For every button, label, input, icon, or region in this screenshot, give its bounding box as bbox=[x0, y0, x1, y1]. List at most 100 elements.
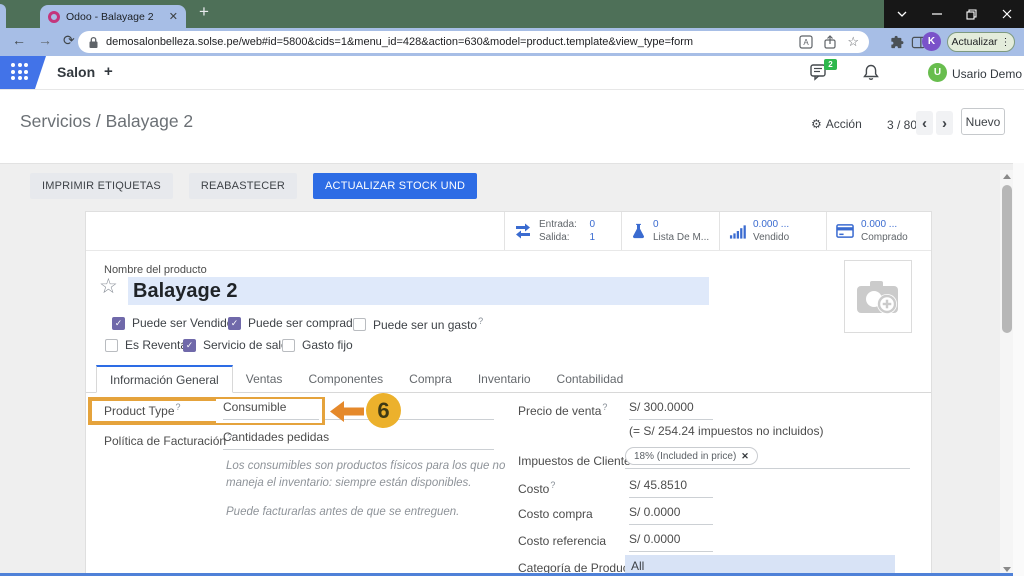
stat-bom-button[interactable]: 0 Lista De M... bbox=[621, 212, 719, 250]
stat-sold-button[interactable]: 0.000 ... Vendido bbox=[719, 212, 826, 250]
lock-icon[interactable] bbox=[88, 36, 99, 49]
tab-accounting[interactable]: Contabilidad bbox=[544, 365, 637, 393]
browser-profile-avatar[interactable]: K bbox=[922, 32, 941, 51]
can-be-purchased-checkbox[interactable]: ✓ bbox=[228, 317, 241, 330]
flask-icon bbox=[631, 222, 646, 240]
tab-purchase[interactable]: Compra bbox=[396, 365, 465, 393]
salon-service-label: Servicio de salon bbox=[203, 338, 294, 352]
print-labels-button[interactable]: IMPRIMIR ETIQUETAS bbox=[30, 173, 173, 199]
customer-tax-tag[interactable]: 18% (Included in price) ✕ bbox=[625, 447, 758, 465]
control-panel: Servicios / Balayage 2 ⚙ Acción 3 / 80 ‹… bbox=[0, 90, 1024, 163]
scrollbar-margin bbox=[1013, 163, 1024, 576]
pager-next-button[interactable]: › bbox=[936, 111, 953, 135]
product-name-input[interactable]: Balayage 2 bbox=[128, 277, 709, 305]
resale-label: Es Reventa bbox=[125, 338, 187, 352]
url-text[interactable]: demosalonbelleza.solse.pe/web#id=5800&ci… bbox=[106, 36, 789, 48]
window-controls bbox=[884, 0, 1024, 28]
stat-purchased-button[interactable]: 0.000 ... Comprado bbox=[826, 212, 931, 250]
customer-tax-label: Impuestos de Cliente? bbox=[518, 452, 637, 468]
pager-prev-button[interactable]: ‹ bbox=[916, 111, 933, 135]
tax-tag-remove-icon[interactable]: ✕ bbox=[741, 451, 749, 462]
back-icon[interactable]: ← bbox=[12, 32, 26, 48]
cost-label: Costo? bbox=[518, 480, 555, 496]
breadcrumb[interactable]: Servicios / Balayage 2 bbox=[20, 111, 193, 132]
checkbox-item-can-be-purchased: ✓ Puede ser comprado bbox=[228, 316, 359, 330]
tab-general-information[interactable]: Información General bbox=[96, 365, 233, 393]
product-image-placeholder[interactable] bbox=[844, 260, 912, 333]
pager: ‹ › bbox=[916, 111, 953, 135]
scrollbar-thumb[interactable] bbox=[1002, 185, 1012, 333]
browser-toolbar: ← → ⟳ demosalonbelleza.solse.pe/web#id=5… bbox=[0, 28, 1024, 56]
stat-in-out-button[interactable]: Entrada:0 Salida:1 bbox=[504, 212, 621, 250]
messages-button[interactable]: 2 bbox=[810, 63, 832, 83]
url-bar[interactable]: demosalonbelleza.solse.pe/web#id=5800&ci… bbox=[78, 31, 869, 53]
stat-out-label: Salida: bbox=[539, 231, 570, 244]
browser-tab-bar: Odoo - Balayage 2 ✕ + bbox=[0, 0, 1024, 28]
can-be-sold-label: Puede ser Vendido bbox=[132, 316, 233, 330]
pager-count: 3 / 80 bbox=[887, 118, 917, 132]
notifications-button[interactable] bbox=[862, 63, 880, 87]
share-icon[interactable] bbox=[823, 35, 837, 49]
replenish-button[interactable]: REABASTECER bbox=[189, 173, 297, 199]
credit-card-icon bbox=[836, 223, 854, 239]
bell-icon bbox=[862, 63, 880, 82]
restore-icon[interactable] bbox=[954, 0, 989, 28]
add-menu-button[interactable]: + bbox=[104, 63, 113, 80]
tab-components[interactable]: Componentes bbox=[295, 365, 396, 393]
reload-icon[interactable]: ⟳ bbox=[63, 32, 75, 49]
odoo-navbar: Salon + 2 U Usario Demo bbox=[0, 56, 1024, 90]
scroll-up-icon[interactable] bbox=[1003, 174, 1011, 179]
favorite-star-icon[interactable]: ☆ bbox=[99, 274, 118, 299]
tab-inventory[interactable]: Inventario bbox=[465, 365, 544, 393]
annotation-inner-box bbox=[216, 399, 322, 423]
product-name-value: Balayage 2 bbox=[133, 280, 238, 303]
apps-grid-icon[interactable] bbox=[11, 63, 28, 80]
invoice-policy-input[interactable]: Cantidades pedidas bbox=[223, 430, 494, 450]
stat-in-value: 0 bbox=[589, 218, 595, 231]
camera-plus-icon bbox=[855, 277, 901, 317]
cost-input[interactable]: S/ 45.8510 bbox=[629, 478, 713, 498]
kebab-menu-icon: ⋮ bbox=[1001, 37, 1011, 48]
odoo-favicon-icon bbox=[48, 11, 60, 23]
sale-price-input[interactable]: S/ 300.0000 bbox=[629, 400, 713, 420]
update-stock-button[interactable]: ACTUALIZAR STOCK UND bbox=[313, 173, 477, 199]
stat-sold-label: Vendido bbox=[753, 231, 789, 244]
scroll-down-icon[interactable] bbox=[1003, 567, 1011, 572]
can-be-sold-checkbox[interactable]: ✓ bbox=[112, 317, 125, 330]
close-window-icon[interactable] bbox=[989, 0, 1024, 28]
update-browser-button[interactable]: Actualizar ⋮ bbox=[947, 32, 1015, 52]
app-name[interactable]: Salon bbox=[57, 64, 95, 80]
tab-close-icon[interactable]: ✕ bbox=[169, 10, 178, 23]
message-count-badge: 2 bbox=[824, 59, 837, 70]
stat-purchased-value: 0.000 ... bbox=[861, 218, 908, 231]
stat-sold-value: 0.000 ... bbox=[753, 218, 789, 231]
window-menu-icon[interactable] bbox=[884, 0, 919, 28]
purchase-cost-input[interactable]: S/ 0.0000 bbox=[629, 505, 713, 525]
scrollbar[interactable] bbox=[1000, 170, 1013, 576]
fixed-expense-checkbox[interactable] bbox=[282, 339, 295, 352]
new-button[interactable]: Nuevo bbox=[961, 108, 1005, 135]
user-avatar[interactable]: U bbox=[928, 63, 947, 82]
tab-sales[interactable]: Ventas bbox=[233, 365, 296, 393]
salon-service-checkbox[interactable]: ✓ bbox=[183, 339, 196, 352]
can-be-purchased-label: Puede ser comprado bbox=[248, 316, 359, 330]
tax-tag-label: 18% (Included in price) bbox=[634, 451, 736, 462]
checkbox-item-fixed-expense: Gasto fijo bbox=[282, 338, 353, 352]
translate-icon[interactable]: A bbox=[799, 35, 813, 49]
user-name[interactable]: Usario Demo bbox=[952, 67, 1022, 81]
tax-excluded-note: (= S/ 254.24 impuestos no incluidos) bbox=[629, 424, 823, 438]
form-sheet: Entrada:0 Salida:1 0 Lista De M... 0.000… bbox=[85, 211, 932, 576]
ref-cost-input[interactable]: S/ 0.0000 bbox=[629, 532, 713, 552]
stat-bom-value: 0 bbox=[653, 218, 709, 231]
browser-tab[interactable]: Odoo - Balayage 2 ✕ bbox=[40, 5, 186, 28]
resale-checkbox[interactable] bbox=[105, 339, 118, 352]
can-be-expense-checkbox[interactable] bbox=[353, 318, 366, 331]
extensions-icon[interactable] bbox=[889, 35, 904, 50]
minimize-icon[interactable] bbox=[919, 0, 954, 28]
content-area: IMPRIMIR ETIQUETAS REABASTECER ACTUALIZA… bbox=[0, 163, 1024, 576]
svg-text:A: A bbox=[804, 38, 810, 47]
action-menu-button[interactable]: ⚙ Acción bbox=[811, 117, 862, 131]
forward-icon[interactable]: → bbox=[38, 32, 52, 48]
new-tab-button[interactable]: + bbox=[199, 2, 209, 22]
bookmark-star-icon[interactable]: ☆ bbox=[847, 34, 859, 50]
